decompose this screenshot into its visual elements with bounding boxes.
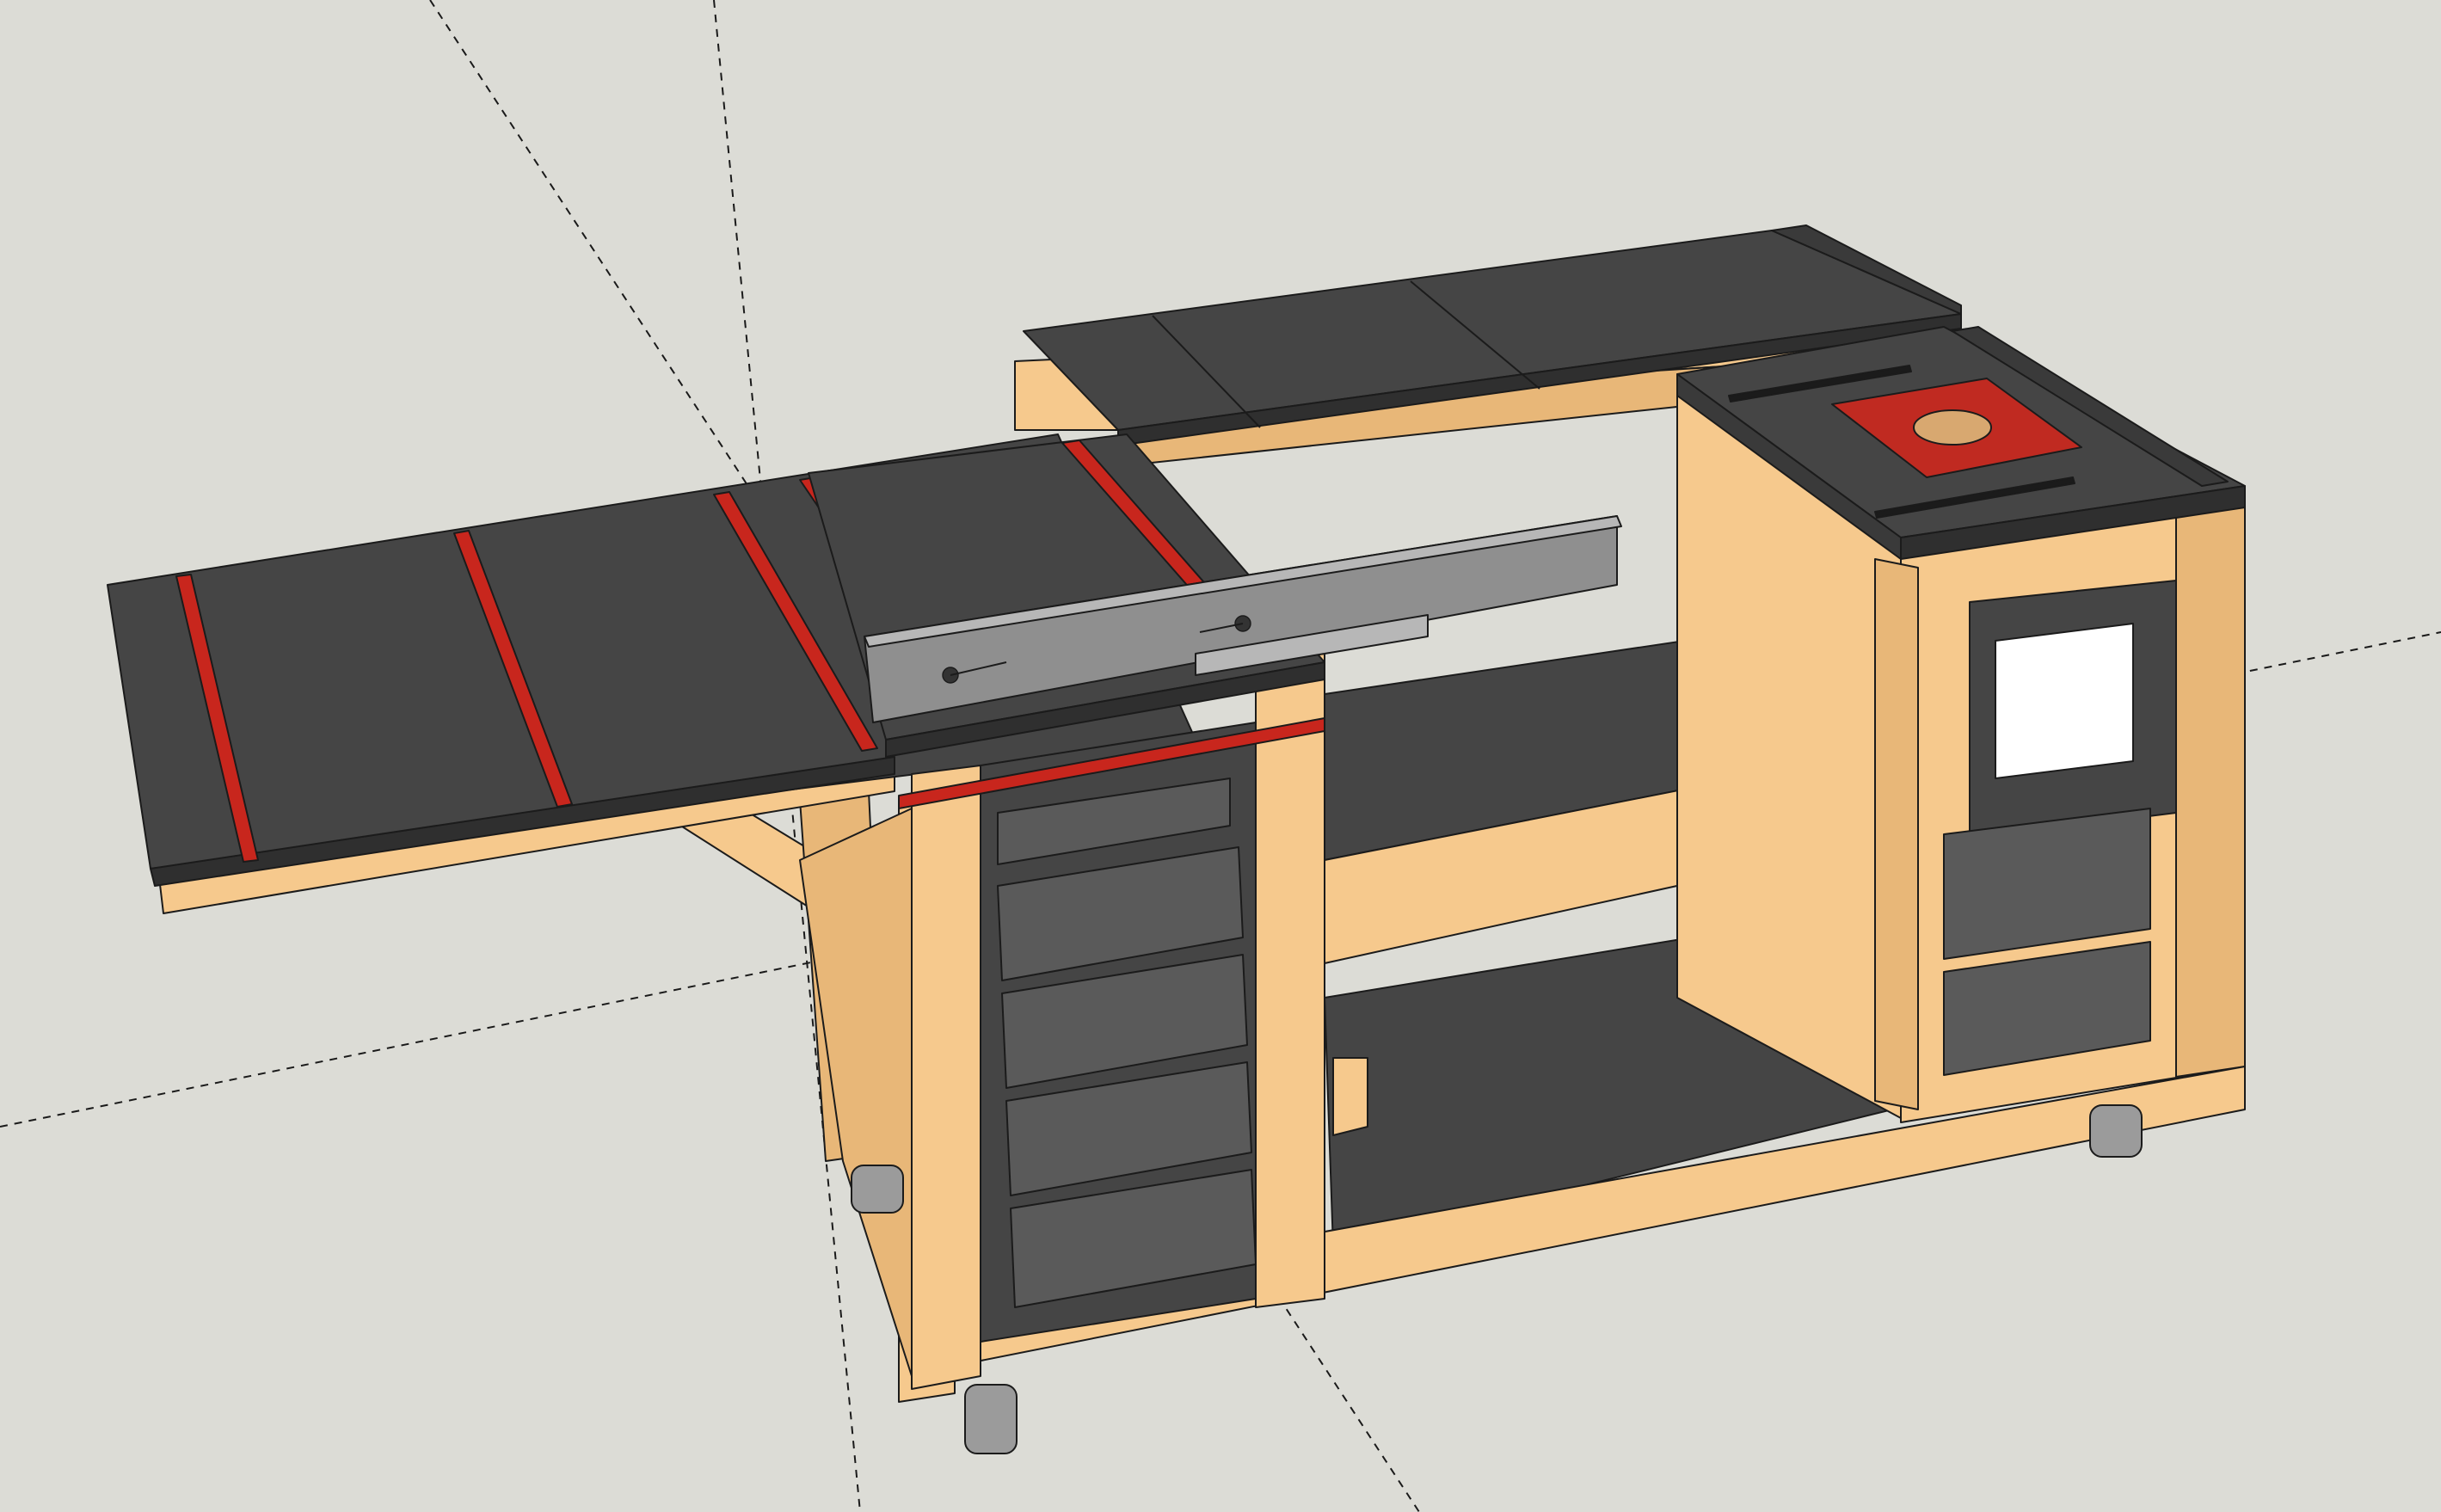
access-window-icon[interactable]	[1995, 623, 2134, 779]
cabinet-left-post	[911, 765, 981, 1390]
cabinet-right-post	[1255, 653, 1325, 1308]
router-cabinet-inner-post	[1874, 558, 1919, 1110]
scene-canvas[interactable]	[0, 0, 2441, 1512]
router-cabinet-front-right-stile	[2175, 489, 2246, 1078]
caster-front-right	[2089, 1104, 2143, 1158]
caster-back-left	[851, 1165, 904, 1214]
cabinet-left-side	[799, 808, 913, 1377]
front-drawer-stack[interactable]	[980, 722, 1257, 1343]
small-cross-rail	[1332, 1057, 1368, 1136]
router-table-cabinet[interactable]	[1676, 326, 2246, 1123]
router-plate-opening	[1913, 409, 1992, 446]
modeling-viewport[interactable]	[0, 0, 2441, 1512]
caster-front-left	[964, 1384, 1018, 1454]
